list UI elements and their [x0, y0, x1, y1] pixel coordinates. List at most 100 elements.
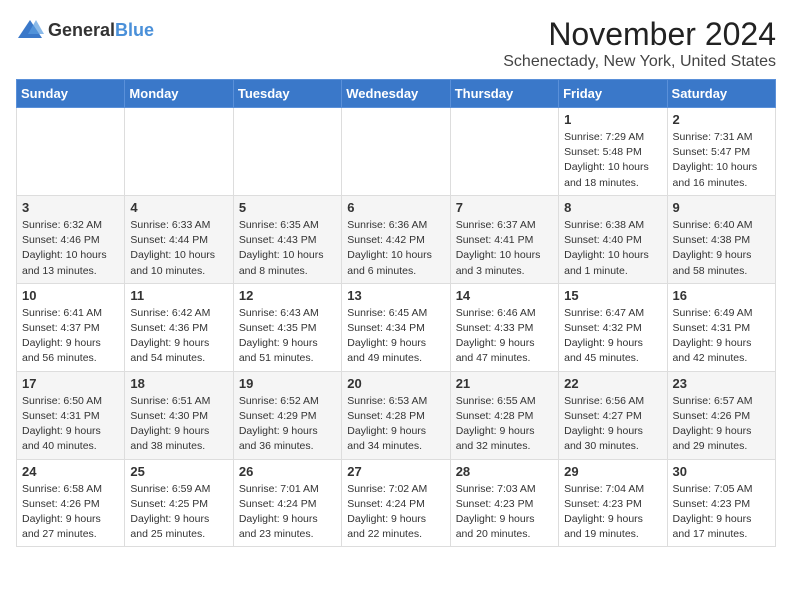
day-info: Sunrise: 7:04 AM Sunset: 4:23 PM Dayligh…	[564, 482, 661, 543]
logo-text-general: General	[48, 20, 115, 40]
day-number: 17	[22, 376, 119, 391]
calendar-cell: 21 Sunrise: 6:55 AM Sunset: 4:28 PM Dayli…	[450, 371, 558, 459]
day-number: 11	[130, 288, 227, 303]
day-number: 25	[130, 464, 227, 479]
day-info: Sunrise: 6:49 AM Sunset: 4:31 PM Dayligh…	[673, 306, 770, 367]
calendar-cell: 26 Sunrise: 7:01 AM Sunset: 4:24 PM Dayli…	[233, 459, 341, 547]
day-number: 2	[673, 112, 770, 127]
calendar-cell	[17, 108, 125, 196]
calendar-cell	[233, 108, 341, 196]
day-number: 12	[239, 288, 336, 303]
calendar-cell: 27 Sunrise: 7:02 AM Sunset: 4:24 PM Dayli…	[342, 459, 450, 547]
calendar-cell: 25 Sunrise: 6:59 AM Sunset: 4:25 PM Dayli…	[125, 459, 233, 547]
calendar-cell: 19 Sunrise: 6:52 AM Sunset: 4:29 PM Dayli…	[233, 371, 341, 459]
calendar-cell: 6 Sunrise: 6:36 AM Sunset: 4:42 PM Daylig…	[342, 195, 450, 283]
day-number: 4	[130, 200, 227, 215]
day-of-week-header: Tuesday	[233, 80, 341, 108]
logo-text-blue: Blue	[115, 20, 154, 40]
day-of-week-header: Friday	[559, 80, 667, 108]
calendar-table: SundayMondayTuesdayWednesdayThursdayFrid…	[16, 79, 776, 547]
day-of-week-header: Monday	[125, 80, 233, 108]
day-number: 27	[347, 464, 444, 479]
day-number: 22	[564, 376, 661, 391]
calendar-cell: 9 Sunrise: 6:40 AM Sunset: 4:38 PM Daylig…	[667, 195, 775, 283]
calendar-cell: 24 Sunrise: 6:58 AM Sunset: 4:26 PM Dayli…	[17, 459, 125, 547]
day-of-week-header: Thursday	[450, 80, 558, 108]
calendar-cell: 2 Sunrise: 7:31 AM Sunset: 5:47 PM Daylig…	[667, 108, 775, 196]
location-title: Schenectady, New York, United States	[503, 53, 776, 71]
day-info: Sunrise: 6:51 AM Sunset: 4:30 PM Dayligh…	[130, 394, 227, 455]
calendar-cell: 8 Sunrise: 6:38 AM Sunset: 4:40 PM Daylig…	[559, 195, 667, 283]
day-number: 14	[456, 288, 553, 303]
day-of-week-header: Saturday	[667, 80, 775, 108]
day-number: 13	[347, 288, 444, 303]
day-info: Sunrise: 6:32 AM Sunset: 4:46 PM Dayligh…	[22, 218, 119, 279]
day-number: 24	[22, 464, 119, 479]
day-number: 21	[456, 376, 553, 391]
calendar-cell: 15Sunrise: 6:47 AM Sunset: 4:32 PM Dayli…	[559, 283, 667, 371]
calendar-cell: 16 Sunrise: 6:49 AM Sunset: 4:31 PM Dayli…	[667, 283, 775, 371]
calendar-cell: 29 Sunrise: 7:04 AM Sunset: 4:23 PM Dayli…	[559, 459, 667, 547]
calendar-cell: 4 Sunrise: 6:33 AM Sunset: 4:44 PM Daylig…	[125, 195, 233, 283]
calendar-cell: 7Sunrise: 6:37 AM Sunset: 4:41 PM Daylig…	[450, 195, 558, 283]
day-info: Sunrise: 6:53 AM Sunset: 4:28 PM Dayligh…	[347, 394, 444, 455]
day-number: 5	[239, 200, 336, 215]
day-info: Sunrise: 6:40 AM Sunset: 4:38 PM Dayligh…	[673, 218, 770, 279]
logo-icon	[16, 16, 44, 44]
calendar-cell: 18 Sunrise: 6:51 AM Sunset: 4:30 PM Dayli…	[125, 371, 233, 459]
day-of-week-header: Sunday	[17, 80, 125, 108]
day-info: Sunrise: 6:33 AM Sunset: 4:44 PM Dayligh…	[130, 218, 227, 279]
day-number: 19	[239, 376, 336, 391]
day-number: 9	[673, 200, 770, 215]
day-info: Sunrise: 6:46 AM Sunset: 4:33 PM Dayligh…	[456, 306, 553, 367]
calendar-cell: 20 Sunrise: 6:53 AM Sunset: 4:28 PM Dayli…	[342, 371, 450, 459]
calendar-cell: 5Sunrise: 6:35 AM Sunset: 4:43 PM Daylig…	[233, 195, 341, 283]
day-number: 23	[673, 376, 770, 391]
month-title: November 2024	[503, 16, 776, 53]
calendar-cell	[450, 108, 558, 196]
day-info: Sunrise: 6:56 AM Sunset: 4:27 PM Dayligh…	[564, 394, 661, 455]
calendar-cell: 11Sunrise: 6:42 AM Sunset: 4:36 PM Dayli…	[125, 283, 233, 371]
day-number: 16	[673, 288, 770, 303]
day-info: Sunrise: 6:47 AM Sunset: 4:32 PM Dayligh…	[564, 306, 661, 367]
day-info: Sunrise: 6:55 AM Sunset: 4:28 PM Dayligh…	[456, 394, 553, 455]
day-info: Sunrise: 7:31 AM Sunset: 5:47 PM Dayligh…	[673, 130, 770, 191]
day-info: Sunrise: 7:01 AM Sunset: 4:24 PM Dayligh…	[239, 482, 336, 543]
day-info: Sunrise: 7:03 AM Sunset: 4:23 PM Dayligh…	[456, 482, 553, 543]
day-info: Sunrise: 6:52 AM Sunset: 4:29 PM Dayligh…	[239, 394, 336, 455]
calendar-cell: 23 Sunrise: 6:57 AM Sunset: 4:26 PM Dayli…	[667, 371, 775, 459]
day-info: Sunrise: 6:45 AM Sunset: 4:34 PM Dayligh…	[347, 306, 444, 367]
day-number: 28	[456, 464, 553, 479]
day-number: 3	[22, 200, 119, 215]
day-number: 20	[347, 376, 444, 391]
day-number: 7	[456, 200, 553, 215]
day-info: Sunrise: 6:57 AM Sunset: 4:26 PM Dayligh…	[673, 394, 770, 455]
day-number: 18	[130, 376, 227, 391]
calendar-cell: 3 Sunrise: 6:32 AM Sunset: 4:46 PM Daylig…	[17, 195, 125, 283]
logo: GeneralBlue	[16, 16, 154, 44]
day-number: 30	[673, 464, 770, 479]
calendar-cell: 12 Sunrise: 6:43 AM Sunset: 4:35 PM Dayli…	[233, 283, 341, 371]
title-area: November 2024 Schenectady, New York, Uni…	[503, 16, 776, 71]
day-number: 8	[564, 200, 661, 215]
day-info: Sunrise: 7:02 AM Sunset: 4:24 PM Dayligh…	[347, 482, 444, 543]
day-number: 6	[347, 200, 444, 215]
day-number: 29	[564, 464, 661, 479]
day-info: Sunrise: 6:41 AM Sunset: 4:37 PM Dayligh…	[22, 306, 119, 367]
calendar-cell: 14 Sunrise: 6:46 AM Sunset: 4:33 PM Dayli…	[450, 283, 558, 371]
day-info: Sunrise: 6:38 AM Sunset: 4:40 PM Dayligh…	[564, 218, 661, 279]
page-header: GeneralBlue November 2024 Schenectady, N…	[16, 16, 776, 71]
day-info: Sunrise: 6:58 AM Sunset: 4:26 PM Dayligh…	[22, 482, 119, 543]
day-number: 10	[22, 288, 119, 303]
day-of-week-header: Wednesday	[342, 80, 450, 108]
day-info: Sunrise: 7:29 AM Sunset: 5:48 PM Dayligh…	[564, 130, 661, 191]
calendar-cell: 17 Sunrise: 6:50 AM Sunset: 4:31 PM Dayli…	[17, 371, 125, 459]
calendar-cell	[342, 108, 450, 196]
day-info: Sunrise: 6:50 AM Sunset: 4:31 PM Dayligh…	[22, 394, 119, 455]
day-number: 26	[239, 464, 336, 479]
day-info: Sunrise: 6:36 AM Sunset: 4:42 PM Dayligh…	[347, 218, 444, 279]
day-info: Sunrise: 6:43 AM Sunset: 4:35 PM Dayligh…	[239, 306, 336, 367]
calendar-cell: 28 Sunrise: 7:03 AM Sunset: 4:23 PM Dayli…	[450, 459, 558, 547]
calendar-cell	[125, 108, 233, 196]
day-info: Sunrise: 6:59 AM Sunset: 4:25 PM Dayligh…	[130, 482, 227, 543]
